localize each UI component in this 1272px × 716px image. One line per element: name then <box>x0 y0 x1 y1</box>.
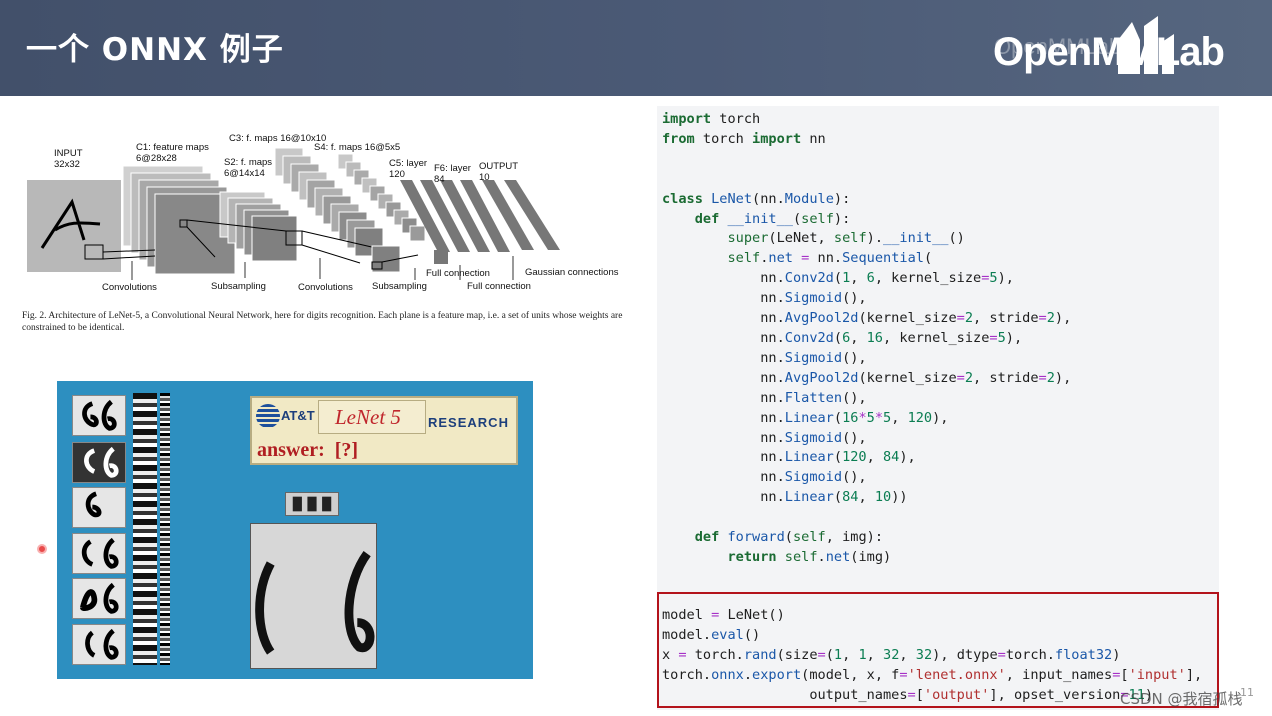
answer-value: [?] <box>334 439 359 461</box>
lenet-title: LeNet 5 <box>335 405 401 429</box>
code-block-model: import torch from torch import nn class … <box>662 110 1071 568</box>
digit-sample <box>72 533 126 574</box>
code-line: nn.Conv2d(6, 16, kernel_size=5), <box>662 329 1023 346</box>
c3-label: C3: f. maps 16@10x10 <box>229 133 327 144</box>
answer-label: answer: [?] <box>257 439 358 462</box>
code-line: nn.AvgPool2d(kernel_size=2, stride=2), <box>662 369 1072 386</box>
code-line: nn.Linear(84, 10)) <box>662 489 908 506</box>
page-number: 11 <box>1240 686 1254 699</box>
code-line: self.net = nn.Sequential( <box>727 250 933 267</box>
f6-label: F6: layer 84 <box>434 163 471 185</box>
feature-map-strip <box>133 393 157 665</box>
full-connection-label-2: Full connection <box>467 281 531 292</box>
input-label: INPUT 32x32 <box>54 148 83 170</box>
att-globe-icon <box>256 404 280 428</box>
figure-caption: Fig. 2. Architecture of LeNet-5, a Convo… <box>22 311 623 333</box>
subsampling-label-2: Subsampling <box>372 281 427 292</box>
code-line: super(LeNet, self).__init__() <box>727 230 965 247</box>
output-label: OUTPUT 10 <box>479 161 519 183</box>
code-line: import torch <box>662 111 761 127</box>
s2-label: S2: f. maps 6@14x14 <box>224 157 273 179</box>
convolutions-label-2: Convolutions <box>298 282 353 293</box>
csdn-watermark: CSDN @我宿孤栈 <box>1120 690 1243 708</box>
code-line: nn.AvgPool2d(kernel_size=2, stride=2), <box>662 310 1072 327</box>
digit-preview-small <box>285 492 339 516</box>
pointer-dot <box>37 544 47 554</box>
research-label: RESEARCH <box>428 415 509 430</box>
c5-label: C5: layer 120 <box>389 158 428 180</box>
code-line: return self.net(img) <box>727 548 892 565</box>
code-line: nn.Sigmoid(), <box>662 349 867 366</box>
s4-label: S4: f. maps 16@5x5 <box>314 142 401 153</box>
feature-map-strip <box>160 393 170 665</box>
slide-title: 一个 ONNX 例子 <box>26 32 284 68</box>
digit-sample <box>72 624 126 665</box>
code-line: nn.Flatten(), <box>662 389 867 406</box>
full-connection-label-1: Full connection <box>426 268 490 279</box>
logo-mark-icon <box>1118 16 1174 74</box>
code-line: nn.Sigmoid(), <box>662 429 867 446</box>
digit-sample <box>72 578 126 619</box>
lenet5-banner: AT&T LeNet 5 RESEARCH answer: [?] <box>250 396 518 465</box>
slide-header: 一个 ONNX 例子 OpenMMLab OpenMMLab <box>0 0 1272 96</box>
answer-text: answer: <box>257 439 325 461</box>
code-line: class LeNet(nn.Module): <box>662 190 851 207</box>
code-line: nn.Linear(120, 84), <box>662 449 916 466</box>
digit-sample <box>72 487 126 528</box>
c1-label: C1: feature maps 6@28x28 <box>136 142 209 164</box>
digit-sample <box>72 442 126 483</box>
code-line: def __init__(self): <box>694 210 851 227</box>
code-line: nn.Linear(16*5*5, 120), <box>662 409 949 426</box>
lenet-architecture-diagram: INPUT 32x32 C1: feature maps 6@28x28 S2:… <box>20 130 640 340</box>
gaussian-connections-label: Gaussian connections <box>525 267 619 278</box>
subsampling-label-1: Subsampling <box>211 281 266 292</box>
digit-preview-large <box>250 523 377 669</box>
lenet5-demo-image: AT&T LeNet 5 RESEARCH answer: [?] <box>57 381 533 679</box>
code-line: nn.Conv2d(1, 6, kernel_size=5), <box>662 270 1014 287</box>
convolutions-label-1: Convolutions <box>102 282 157 293</box>
att-label: AT&T <box>281 408 315 423</box>
code-line: from torch import nn <box>662 130 826 147</box>
code-line: def forward(self, img): <box>694 529 884 546</box>
digit-sample <box>72 395 126 436</box>
code-line: nn.Sigmoid(), <box>662 290 867 307</box>
code-line: nn.Sigmoid(), <box>662 469 867 486</box>
lenet-title-box: LeNet 5 <box>318 400 426 434</box>
